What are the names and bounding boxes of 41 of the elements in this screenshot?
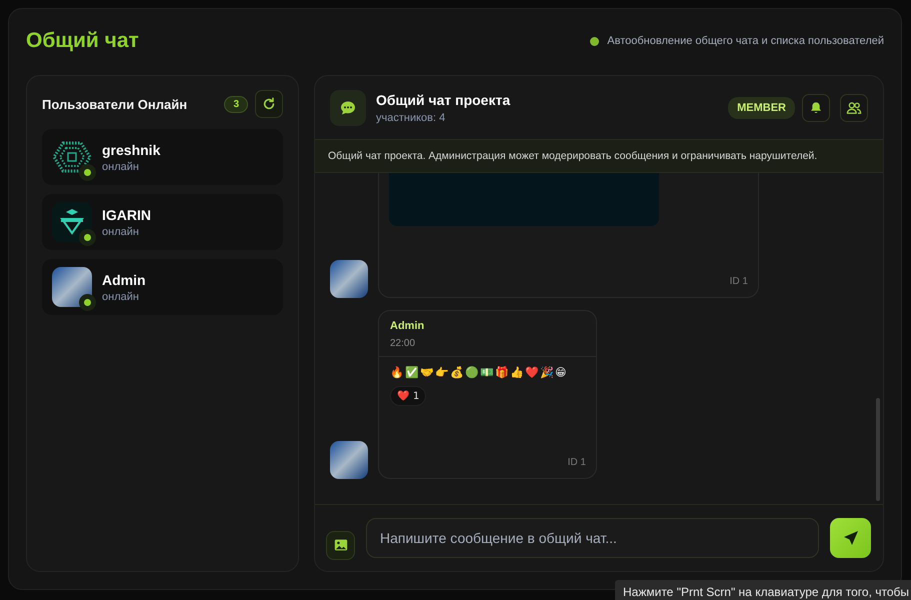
panel-title: Пользователи Онлайн <box>42 96 188 112</box>
user-list-item[interactable]: Admin онлайн <box>42 259 283 315</box>
scrollbar-thumb[interactable] <box>876 398 880 501</box>
user-status: онлайн <box>102 290 140 302</box>
chat-notice: Общий чат проекта. Администрация может модерировать сообщения и ограничивать нарушителей. <box>315 139 883 173</box>
refresh-icon <box>262 97 276 111</box>
author-name: Admin <box>390 320 426 332</box>
message-id: ID 1 <box>568 457 586 468</box>
notifications-button[interactable] <box>802 94 830 122</box>
bell-icon <box>809 100 823 114</box>
user-status: онлайн <box>102 226 140 238</box>
count-badge: 3 <box>224 96 248 112</box>
avatar-photo <box>52 267 92 307</box>
send-icon <box>842 530 858 546</box>
reaction-button[interactable]: ❤ 1 <box>390 386 426 406</box>
chat-bubble-icon <box>330 90 366 126</box>
avatar-photo <box>330 441 368 479</box>
user-name: IGARIN <box>102 206 151 222</box>
members-button[interactable] <box>840 94 868 122</box>
user-name: Admin <box>102 272 146 288</box>
message-input[interactable]: Напишите сообщение в общий чат... <box>366 518 819 558</box>
message-time: 22:00 <box>390 338 416 349</box>
page-title: Общий чат <box>26 29 139 53</box>
chat-title: Общий чат проекта <box>376 92 512 108</box>
attach-image-button[interactable] <box>326 530 355 560</box>
user-list-item[interactable]: IGARIN онлайн <box>42 194 283 250</box>
participants-count: участников: 4 <box>376 112 446 124</box>
message-id: ID 1 <box>730 276 748 287</box>
role-badge: MEMBER <box>728 96 795 118</box>
users-icon <box>846 100 862 114</box>
tooltip: Нажмите "Prnt Scrn" на клавиатуре для того, чтобы <box>615 580 911 600</box>
refresh-button[interactable] <box>255 90 283 118</box>
shield-avatar <box>52 202 92 242</box>
user-list-item[interactable]: greshnik онлайн <box>42 129 283 185</box>
autoupdate-label: Автообновление общего чата и списка пользователей <box>607 35 884 47</box>
user-name: greshnik <box>102 142 160 158</box>
image-icon <box>334 539 348 551</box>
send-button[interactable] <box>830 518 871 558</box>
avatar-photo <box>330 260 368 298</box>
message-text: 🔥✅🤝👉💰🟢💵🎁👍❤🎉😁 <box>390 366 568 379</box>
user-status: онлайн <box>102 160 140 172</box>
